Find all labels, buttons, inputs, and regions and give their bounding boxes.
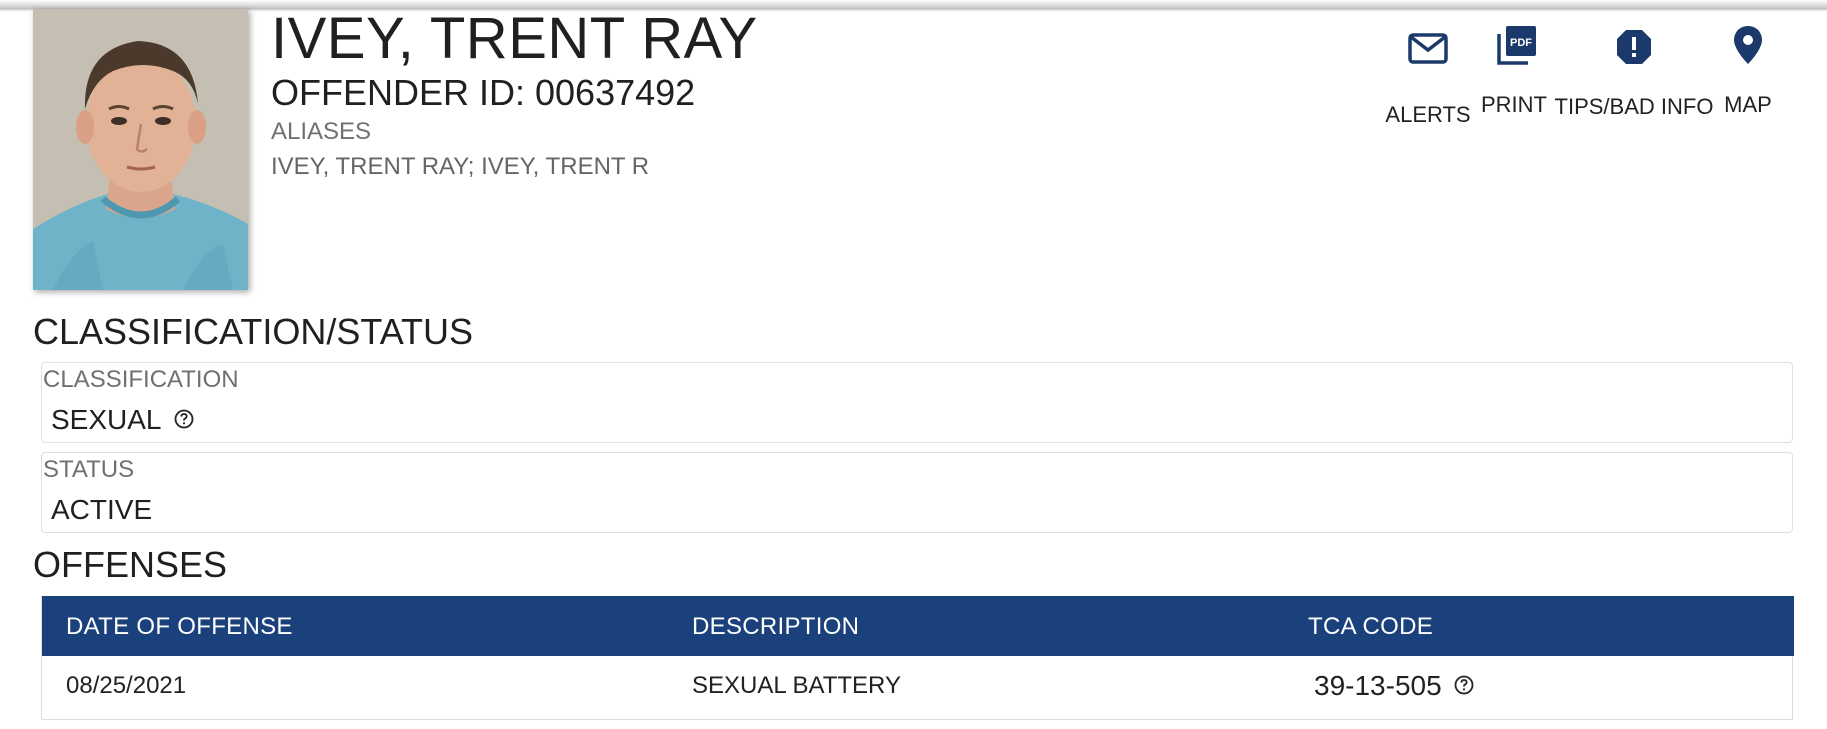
offense-tca-code-cell: 39-13-505 — [1314, 670, 1474, 702]
offense-description: SEXUAL BATTERY — [692, 672, 901, 699]
pdf-icon: PDF — [1497, 26, 1536, 65]
alerts-label: ALERTS — [1385, 102, 1471, 127]
offender-photo-image — [33, 9, 248, 290]
help-circle-icon[interactable] — [174, 409, 194, 429]
column-header-date[interactable]: DATE OF OFFENSE — [66, 613, 293, 641]
tips-bad-info-label: TIPS/BAD INFO — [1554, 94, 1714, 119]
classification-value: SEXUAL — [51, 404, 162, 435]
envelope-icon — [1408, 33, 1448, 64]
offenses-table-header: DATE OF OFFENSE DESCRIPTION TCA CODE — [42, 596, 1794, 656]
print-label: PRINT — [1481, 92, 1547, 117]
aliases-value: IVEY, TRENT RAY; IVEY, TRENT R — [271, 153, 650, 180]
offense-tca-code[interactable]: 39-13-505 — [1314, 670, 1442, 701]
classification-value-row: SEXUAL — [51, 404, 194, 436]
column-header-description[interactable]: DESCRIPTION — [692, 613, 859, 641]
classification-label: CLASSIFICATION — [43, 366, 239, 393]
print-button[interactable]: PDF PRINT — [1476, 20, 1552, 118]
offenses-title: OFFENSES — [33, 544, 228, 585]
classification-card: CLASSIFICATION SEXUAL — [41, 362, 1793, 443]
map-pin-icon — [1734, 26, 1762, 64]
map-button[interactable]: MAP — [1716, 20, 1780, 118]
status-card: STATUS ACTIVE — [41, 452, 1793, 533]
svg-text:PDF: PDF — [1510, 37, 1532, 49]
offender-id: OFFENDER ID: 00637492 — [271, 72, 696, 113]
offender-name: IVEY, TRENT RAY — [271, 6, 758, 71]
classification-status-title: CLASSIFICATION/STATUS — [33, 311, 474, 352]
help-circle-icon[interactable] — [1454, 675, 1474, 695]
action-toolbar: ALERTS PDF PRINT TIPS/BAD INFO MAP — [1380, 20, 1780, 127]
alerts-button[interactable]: ALERTS — [1380, 20, 1476, 128]
offense-date: 08/25/2021 — [66, 672, 187, 699]
alert-octagon-icon — [1617, 30, 1651, 64]
offenses-table: DATE OF OFFENSE DESCRIPTION TCA CODE 08/… — [41, 596, 1794, 720]
status-label: STATUS — [43, 456, 135, 483]
aliases-label: ALIASES — [271, 118, 372, 145]
tips-bad-info-button[interactable]: TIPS/BAD INFO — [1552, 20, 1716, 120]
status-value: ACTIVE — [51, 494, 153, 525]
column-header-tca-code[interactable]: TCA CODE — [1308, 613, 1433, 641]
offender-photo — [33, 9, 248, 290]
map-label: MAP — [1724, 92, 1772, 117]
